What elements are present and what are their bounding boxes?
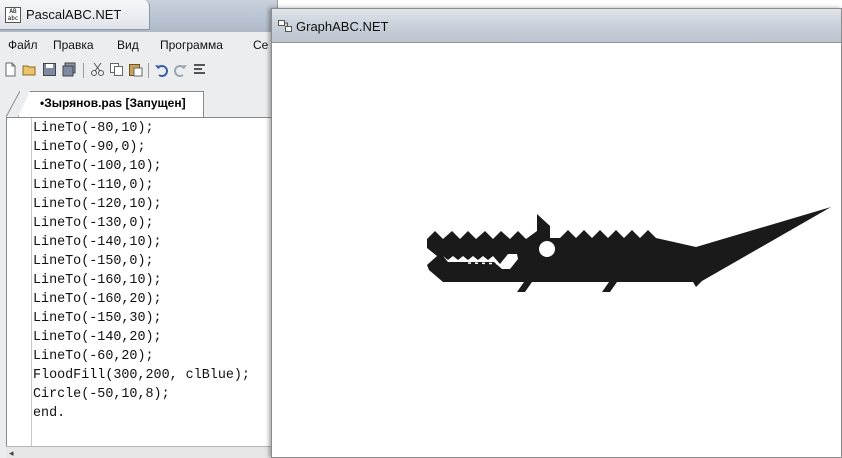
cut-icon[interactable] xyxy=(90,62,105,77)
copy-icon[interactable] xyxy=(109,62,124,77)
code-line: LineTo(-140,20); xyxy=(33,330,162,345)
code-line: LineTo(-100,10); xyxy=(33,159,162,174)
toolbar xyxy=(0,58,277,84)
code-line: Circle(-50,10,8); xyxy=(33,387,170,402)
graph-titlebar[interactable]: GraphABC.NET xyxy=(272,9,841,43)
drawing-canvas[interactable] xyxy=(272,43,841,457)
redo-icon[interactable] xyxy=(173,62,188,77)
pascal-titlebar[interactable]: AB abc PascalABC.NET xyxy=(0,0,277,32)
graphabc-app-icon xyxy=(278,20,292,32)
toolbar-separator xyxy=(83,63,84,78)
code-line: LineTo(-90,0); xyxy=(33,140,146,155)
file-tab-edge xyxy=(6,91,20,117)
code-editor[interactable]: LineTo(-80,10); LineTo(-90,0); LineTo(-1… xyxy=(6,117,277,447)
menu-bar: Файл Правка Вид Программа Се xyxy=(0,34,277,56)
save-icon[interactable] xyxy=(42,62,57,77)
menu-file[interactable]: Файл xyxy=(8,38,38,52)
code-line: FloodFill(300,200, clBlue); xyxy=(33,368,250,383)
crocodile-eye xyxy=(539,241,555,257)
save-all-icon[interactable] xyxy=(62,62,77,77)
menu-service[interactable]: Се xyxy=(253,38,268,52)
code-line: LineTo(-160,10); xyxy=(33,273,162,288)
pascalabc-window: AB abc PascalABC.NET Файл Правка Вид Прог… xyxy=(0,0,278,458)
menu-view[interactable]: Вид xyxy=(117,38,139,52)
paste-icon[interactable] xyxy=(128,62,143,77)
code-line: LineTo(-60,20); xyxy=(33,349,154,364)
undo-icon[interactable] xyxy=(154,62,169,77)
open-folder-icon[interactable] xyxy=(22,62,37,77)
menu-program[interactable]: Программа xyxy=(160,38,223,52)
code-line: LineTo(-160,20); xyxy=(33,292,162,307)
scroll-left-arrow-icon[interactable]: ◂ xyxy=(9,448,14,458)
code-line: LineTo(-140,10); xyxy=(33,235,162,250)
menu-edit[interactable]: Правка xyxy=(53,38,94,52)
horizontal-scrollbar[interactable]: ◂ xyxy=(6,446,277,458)
code-line: LineTo(-80,10); xyxy=(33,121,154,136)
pascalabc-app-icon: AB abc xyxy=(5,7,21,23)
graphabc-window: GraphABC.NET xyxy=(271,8,842,458)
code-line: LineTo(-150,0); xyxy=(33,254,154,269)
format-icon[interactable] xyxy=(192,62,207,77)
code-line: LineTo(-120,10); xyxy=(33,197,162,212)
toolbar-separator xyxy=(148,63,149,78)
code-line: LineTo(-110,0); xyxy=(33,178,154,193)
code-line: LineTo(-130,0); xyxy=(33,216,154,231)
editor-gutter xyxy=(31,118,32,446)
code-line: LineTo(-150,30); xyxy=(33,311,162,326)
file-tab-label[interactable]: •Зырянов.pas [Запущен] xyxy=(40,96,186,110)
code-line: end. xyxy=(33,406,66,421)
new-file-icon[interactable] xyxy=(3,62,18,77)
graph-window-title: GraphABC.NET xyxy=(296,19,389,34)
pascal-window-title: PascalABC.NET xyxy=(26,7,122,22)
